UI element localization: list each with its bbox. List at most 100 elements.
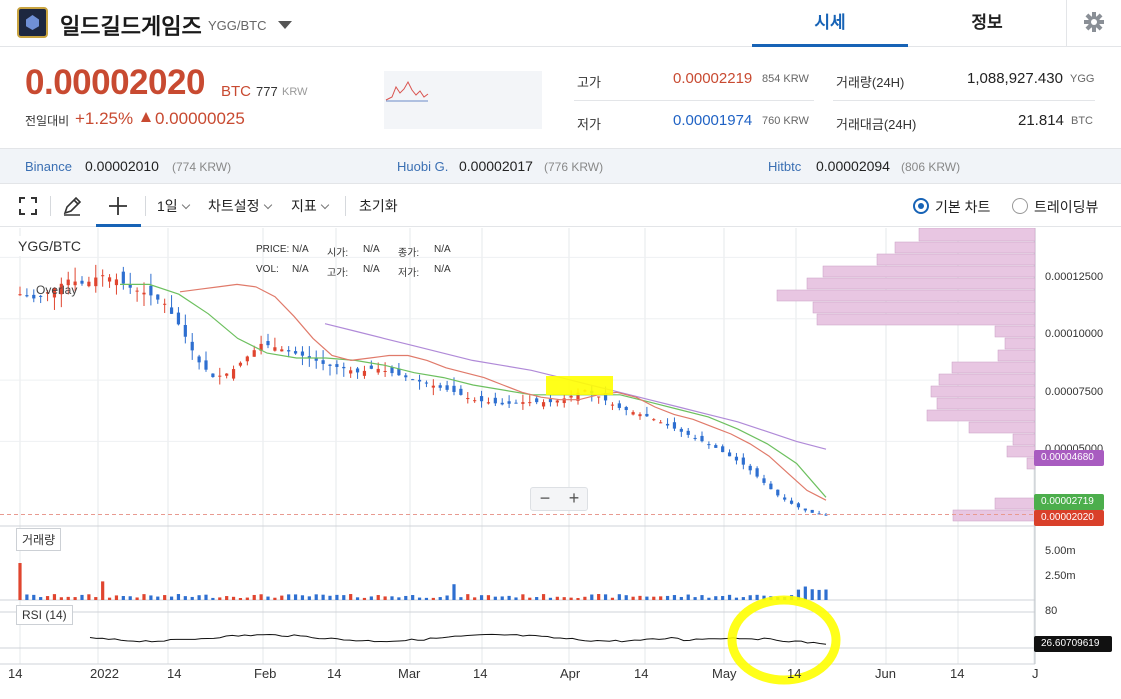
candle-body xyxy=(783,497,787,500)
y-tick-label: 0.00007500 xyxy=(1045,386,1104,398)
candle-body xyxy=(528,402,532,404)
volume-bar xyxy=(686,594,690,600)
high-value: 0.00002219 xyxy=(673,70,753,87)
volume-bar xyxy=(610,597,615,600)
tab-info[interactable]: 정보 xyxy=(909,0,1065,47)
chart-canvas[interactable] xyxy=(0,228,1121,699)
volume-bar xyxy=(555,596,559,600)
ma-mid-line xyxy=(120,283,827,498)
exchange-name: Hitbtc xyxy=(768,159,802,174)
volume-bar xyxy=(66,596,70,600)
info-vol-label: VOL: xyxy=(256,264,279,275)
volume-bar xyxy=(617,594,621,600)
zoom-out-button[interactable]: − xyxy=(531,488,559,510)
volume-bar xyxy=(142,594,146,600)
candle-body xyxy=(548,399,553,403)
candle-body xyxy=(521,402,525,404)
volume-bar xyxy=(714,596,718,600)
volume-bar xyxy=(521,594,525,600)
volume-bar xyxy=(355,597,360,600)
candle-body xyxy=(156,294,160,300)
candle-body xyxy=(776,489,780,496)
candle-body xyxy=(672,422,677,429)
candle-body xyxy=(597,396,601,398)
basic-chart-radio[interactable] xyxy=(913,198,929,214)
info-open: N/A xyxy=(363,244,380,255)
volume-bar xyxy=(59,597,63,600)
crosshair-tool[interactable] xyxy=(96,185,141,227)
volume-bar xyxy=(349,594,353,600)
candle-body xyxy=(328,364,332,366)
x-tick-label: Mar xyxy=(398,666,421,681)
candle-body xyxy=(734,456,739,461)
volume-bar xyxy=(169,596,174,600)
exchange-krw: (776 KRW) xyxy=(544,160,604,174)
volume-bar xyxy=(163,595,167,600)
tradingview-radio[interactable] xyxy=(1012,198,1028,214)
candle-body xyxy=(679,428,683,432)
fullscreen-icon[interactable] xyxy=(15,193,41,219)
interval-select[interactable]: 1일 xyxy=(157,196,190,216)
volume-bar xyxy=(438,597,442,600)
volume-profile-bar xyxy=(876,253,1036,266)
volume-bar xyxy=(383,596,387,600)
candle-body xyxy=(211,373,215,378)
gear-icon[interactable] xyxy=(1066,0,1121,47)
candle-body xyxy=(714,445,718,448)
candle-body xyxy=(789,500,794,504)
volume-bar xyxy=(631,596,635,600)
app-root: 일드길드게임즈 YGG/BTC 시세 정보 0.00002020 BTC 777… xyxy=(0,0,1121,699)
overlay-label[interactable]: Overlay xyxy=(36,283,77,297)
chart-settings-menu[interactable]: 차트설정 xyxy=(208,196,272,216)
candle-body xyxy=(693,437,697,439)
chevron-down-icon[interactable] xyxy=(278,21,292,29)
volume-bar xyxy=(211,597,215,600)
volume-bar xyxy=(135,597,139,600)
candle-body xyxy=(362,370,367,376)
volume-bar xyxy=(307,596,311,600)
volume-tick-label: 5.00m xyxy=(1045,545,1076,557)
x-tick-label: 14 xyxy=(787,666,802,681)
candle-body xyxy=(507,401,511,404)
candle-body xyxy=(293,351,298,354)
interval-label: 1일 xyxy=(157,198,178,214)
price-chart[interactable]: YGG/BTC Overlay PRICE: N/A 시가: N/A 종가: N… xyxy=(0,228,1121,699)
candle-body xyxy=(204,360,208,370)
candle-body xyxy=(87,281,91,287)
basic-chart-label[interactable]: 기본 차트 xyxy=(935,197,990,217)
volume-profile-bar xyxy=(822,265,1036,278)
candle-body xyxy=(707,444,711,446)
volume-bar xyxy=(204,594,208,600)
volume-bar xyxy=(424,597,429,600)
info-price: N/A xyxy=(292,244,309,255)
pencil-icon[interactable] xyxy=(59,193,85,219)
coin-name[interactable]: 일드길드게임즈 xyxy=(60,9,202,41)
volume-bar xyxy=(183,596,187,600)
candle-body xyxy=(466,398,470,400)
candle-body xyxy=(376,368,380,373)
toolbar-separator xyxy=(145,196,146,216)
amount-value: 21.814 xyxy=(1018,112,1064,129)
volume-bar xyxy=(721,596,725,600)
volume-bar xyxy=(335,594,339,600)
info-price-label: PRICE: xyxy=(256,244,290,255)
volume-bar xyxy=(479,595,484,600)
x-tick-label: Jun xyxy=(875,666,896,681)
tab-market[interactable]: 시세 xyxy=(752,0,908,47)
candle-body xyxy=(101,275,105,277)
volume-pane-label[interactable]: 거래량 xyxy=(16,528,62,551)
tradingview-label[interactable]: 트레이딩뷰 xyxy=(1034,197,1098,217)
indicators-menu[interactable]: 지표 xyxy=(291,196,330,216)
candle-body xyxy=(25,295,29,297)
candle-body xyxy=(300,351,305,356)
volume-bar xyxy=(328,595,332,600)
rsi-pane-label[interactable]: RSI (14) xyxy=(16,605,73,625)
volume-bar xyxy=(528,597,532,600)
zoom-in-button[interactable]: + xyxy=(560,488,588,510)
reset-button[interactable]: 초기화 xyxy=(359,196,398,216)
candle-body xyxy=(383,370,387,372)
exchange-krw: (774 KRW) xyxy=(172,160,232,174)
candle-body xyxy=(411,379,415,381)
info-high-label: 고가: xyxy=(327,268,349,279)
volume-bar xyxy=(321,594,325,600)
